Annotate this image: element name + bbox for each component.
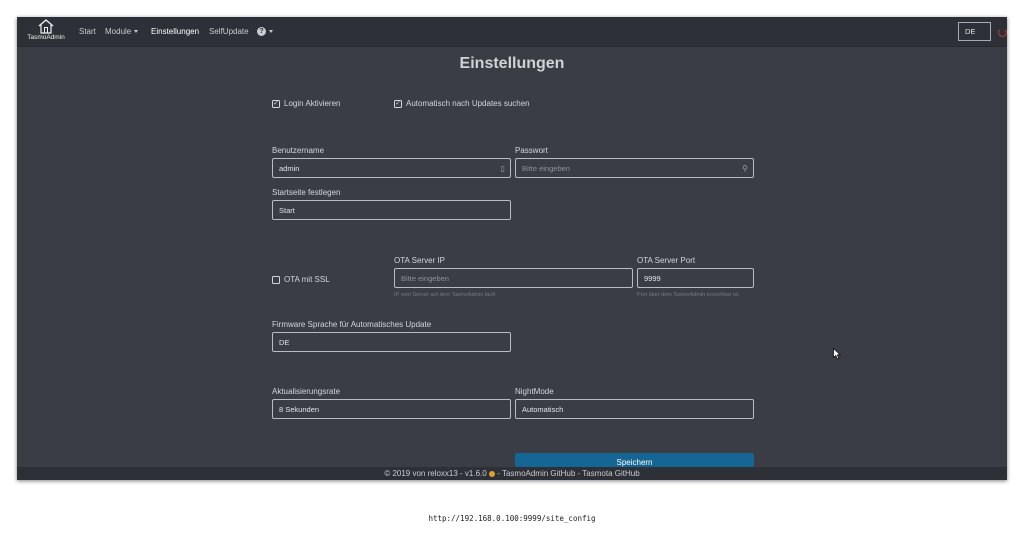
ota-ip-placeholder: Bitte eingeben [401, 274, 449, 283]
footer-link-tasmota[interactable]: Tasmota GitHub [582, 469, 639, 478]
startpage-label: Startseite festlegen [272, 188, 341, 197]
language-select[interactable]: DE [958, 22, 991, 41]
footer-link-tasmoadmin[interactable]: TasmoAdmin GitHub [502, 469, 575, 478]
refresh-rate-label: Aktualisierungsrate [272, 387, 341, 396]
startpage-select[interactable]: Start [272, 200, 511, 220]
footer-copyright: © 2019 von reloxx13 - v1.6.0 [384, 469, 487, 478]
ota-ip-help: IP vom Server auf dem TasmoAdmin läuft [394, 292, 496, 298]
brand-logo[interactable]: TasmoAdmin [25, 19, 67, 45]
ota-port-value: 9999 [644, 274, 661, 283]
auto-update-checkbox-label: Automatisch nach Updates suchen [406, 99, 530, 108]
status-url: http://192.168.0.100:9999/site_config [428, 514, 596, 523]
power-icon[interactable] [998, 28, 1007, 37]
footer-sep-1: - [497, 469, 500, 478]
footer-sep-2: - [577, 469, 581, 478]
ota-ip-input[interactable]: Bitte eingeben [394, 268, 633, 288]
login-checkbox-label: Login Aktivieren [284, 99, 341, 108]
nightmode-label: NightMode [515, 387, 554, 396]
nav-einstellungen[interactable]: Einstellungen [151, 27, 199, 36]
login-checkbox-row[interactable]: ✓ Login Aktivieren [272, 99, 340, 108]
app-window: TasmoAdmin Start Module Einstellungen Se… [17, 17, 1007, 480]
login-checkbox[interactable]: ✓ [272, 99, 280, 108]
nav-start[interactable]: Start [79, 27, 96, 36]
ota-port-input[interactable]: 9999 [637, 268, 754, 288]
key-icon: ⚲ [742, 164, 748, 173]
page-title: Einstellungen [459, 55, 565, 72]
ota-ssl-checkbox-label: OTA mit SSL [284, 275, 330, 284]
username-label: Benutzername [272, 146, 325, 155]
nightmode-select[interactable]: Automatisch [515, 399, 754, 419]
firmware-lang-value: DE [279, 338, 290, 347]
nav-selfupdate[interactable]: SelfUpdate [209, 27, 249, 36]
password-label: Passwort [515, 146, 548, 155]
refresh-rate-select[interactable]: 8 Sekunden [272, 399, 511, 419]
auto-update-checkbox[interactable]: ✓ [394, 99, 402, 108]
password-placeholder: Bitte eingeben [522, 164, 570, 173]
heart-icon [488, 470, 495, 477]
nav-module[interactable]: Module [105, 27, 139, 36]
nav-help-dropdown[interactable]: ? [257, 27, 273, 37]
ota-port-help: Port über dem TasmoAdmin erreichbar ist. [637, 292, 740, 298]
startpage-value: Start [279, 206, 295, 215]
brand-name: TasmoAdmin [27, 34, 65, 41]
ota-ssl-checkbox-row[interactable]: OTA mit SSL [272, 275, 330, 284]
chevron-down-icon [134, 30, 139, 34]
footer: © 2019 von reloxx13 - v1.6.0 - TasmoAdmi… [17, 467, 1007, 480]
save-button[interactable]: Speichern [515, 453, 754, 467]
mouse-cursor-icon [833, 348, 841, 360]
question-circle-icon: ? [257, 27, 266, 37]
ota-port-label: OTA Server Port [637, 256, 696, 265]
ota-ip-label: OTA Server IP [394, 256, 445, 265]
username-input[interactable]: admin ▯ [272, 158, 511, 178]
password-input[interactable]: Bitte eingeben ⚲ [515, 158, 754, 178]
ota-ssl-checkbox[interactable] [272, 275, 280, 284]
auto-update-checkbox-row[interactable]: ✓ Automatisch nach Updates suchen [394, 99, 530, 108]
id-card-icon: ▯ [500, 164, 505, 173]
nightmode-value: Automatisch [522, 405, 564, 414]
navbar: TasmoAdmin Start Module Einstellungen Se… [17, 17, 1007, 47]
refresh-rate-value: 8 Sekunden [279, 405, 320, 414]
chevron-down-icon [269, 30, 273, 34]
home-icon [38, 19, 54, 34]
firmware-lang-label: Firmware Sprache für Automatisches Updat… [272, 320, 432, 329]
firmware-lang-select[interactable]: DE [272, 332, 511, 352]
username-value: admin [279, 164, 300, 173]
nav-module-label: Module [105, 27, 132, 36]
